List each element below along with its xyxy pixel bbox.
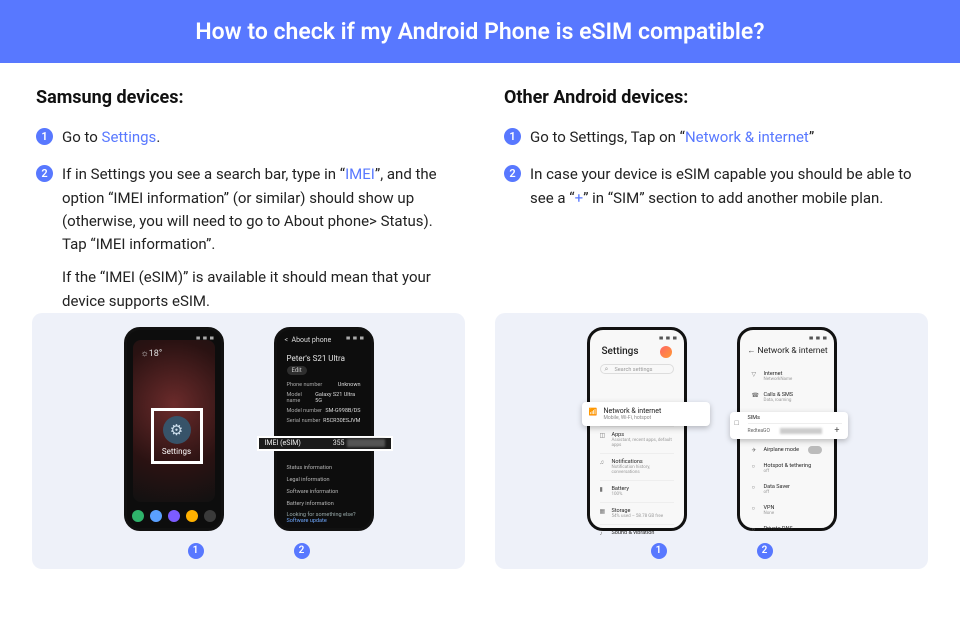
- page-title: How to check if my Android Phone is eSIM…: [0, 0, 960, 63]
- samsung-column: Samsung devices: 1 Go to Settings. 2 If …: [36, 87, 480, 313]
- sim-blurred: [780, 428, 822, 434]
- avatar-icon: [660, 346, 672, 358]
- about-footer: Looking for something else? Software upd…: [287, 512, 356, 524]
- screenshot-label-1: 1: [188, 543, 204, 559]
- other-screenshot-2: ▄ ▄ ▄ ← Network & internet InternetNetwo…: [737, 327, 837, 531]
- step-number-badge: 1: [36, 128, 53, 145]
- info-row: Serial numberR5CR30ESJVM: [287, 416, 361, 426]
- toggle-icon: [808, 446, 822, 454]
- about-links: Status informationLegal informationSoftw…: [287, 462, 361, 510]
- other-column: Other Android devices: 1 Go to Settings,…: [480, 87, 924, 313]
- step-text: ”: [809, 128, 814, 146]
- dock-app-icon: [186, 510, 198, 522]
- step-text: ” in “SIM” section to add another mobile…: [583, 189, 883, 207]
- other-step-2: 2 In case your device is eSIM capable yo…: [504, 163, 924, 210]
- about-link: Legal information: [287, 474, 361, 486]
- callout-subtitle: Mobile, Wi-Fi, hotspot: [604, 415, 702, 421]
- other-screenshots-panel: ▄ ▄ ▄ Settings Search settings Network &…: [495, 313, 928, 569]
- about-link: Battery information: [287, 498, 361, 510]
- network-list-item: Data Saveroff: [752, 479, 822, 500]
- settings-list-item: Storage54% used – 58.78 GB free: [600, 502, 674, 524]
- dock-app-icon: [168, 510, 180, 522]
- step-number-badge: 2: [504, 165, 521, 182]
- samsung-heading: Samsung devices:: [36, 87, 456, 108]
- screenshot-label-1: 1: [651, 543, 667, 559]
- network-list-item: Private DNS: [752, 521, 822, 537]
- samsung-screenshot-1: ▄ ▄ ▄ ☼18° ⚙ Settings: [124, 327, 224, 531]
- samsung-screenshot-2: ▄ ▄ ▄ < About phone Peter's S21 Ultra Ed…: [274, 327, 374, 531]
- settings-list-item: NotificationsNotification history, conve…: [600, 453, 674, 480]
- callout-title: Network & internet: [604, 407, 702, 415]
- settings-list-item: AppsAssistant, recent apps, default apps: [600, 426, 674, 453]
- back-arrow-icon: ←: [748, 346, 756, 355]
- network-internet-title: Network & internet: [758, 346, 828, 356]
- info-row: Model numberSM-G998B/DS: [287, 406, 361, 416]
- about-link: Status information: [287, 462, 361, 474]
- info-row: Phone numberUnknown: [287, 380, 361, 390]
- screenshot-strip: ▄ ▄ ▄ ☼18° ⚙ Settings ▄ ▄ ▄ < About phon…: [0, 313, 960, 593]
- plus-icon: +: [832, 426, 841, 436]
- settings-app-label: Settings: [162, 447, 191, 456]
- network-list-item: Calls & SMSData, roaming: [752, 387, 822, 408]
- sim-carrier-tag: RedteaGO: [748, 428, 770, 434]
- instruction-columns: Samsung devices: 1 Go to Settings. 2 If …: [0, 63, 960, 313]
- network-list-item: VPNNone: [752, 500, 822, 521]
- samsung-screenshots-panel: ▄ ▄ ▄ ☼18° ⚙ Settings ▄ ▄ ▄ < About phon…: [32, 313, 465, 569]
- samsung-step-2: 2 If in Settings you see a search bar, t…: [36, 163, 456, 256]
- dock-app-icon: [132, 510, 144, 522]
- status-bar-icons: ▄ ▄ ▄: [659, 334, 677, 340]
- network-list-item: Hotspot & tetheringoff: [752, 458, 822, 479]
- gear-icon: ⚙: [163, 416, 191, 444]
- step-text: If in Settings you see a search bar, typ…: [62, 165, 345, 183]
- edit-button: Edit: [287, 366, 307, 375]
- about-link: Software information: [287, 486, 361, 498]
- imei-link-text: IMEI: [345, 165, 375, 183]
- dock-app-icon: [204, 510, 216, 522]
- dock-app-icon: [150, 510, 162, 522]
- settings-list-item: Sound & vibration: [600, 524, 674, 541]
- step-text: Go to Settings, Tap on “: [530, 128, 685, 146]
- samsung-step-1: 1 Go to Settings.: [36, 126, 456, 149]
- network-internet-callout: Network & internet Mobile, Wi-Fi, hotspo…: [582, 402, 710, 426]
- imei-esim-label: IMEI (eSIM): [265, 439, 301, 447]
- network-list-item: Airplane mode: [752, 442, 822, 458]
- plus-link-text: +: [575, 189, 584, 207]
- sims-callout: SIMs RedteaGO +: [730, 412, 848, 439]
- step-number-badge: 2: [36, 165, 53, 182]
- about-phone-header: < About phone: [285, 336, 332, 344]
- network-list-bottom: Airplane modeHotspot & tetheringoffData …: [752, 442, 822, 537]
- search-settings-bar: Search settings: [600, 364, 674, 374]
- info-rows: Phone numberUnknownModel nameGalaxy S21 …: [287, 380, 361, 426]
- other-step-1: 1 Go to Settings, Tap on “Network & inte…: [504, 126, 924, 149]
- status-bar-icons: ▄ ▄ ▄: [809, 334, 827, 340]
- settings-list: AppsAssistant, recent apps, default apps…: [600, 426, 674, 541]
- info-row: Model nameGalaxy S21 Ultra 5G: [287, 390, 361, 406]
- settings-title: Settings: [602, 346, 639, 357]
- other-screenshot-1: ▄ ▄ ▄ Settings Search settings Network &…: [587, 327, 687, 531]
- imei-value-prefix: 355: [333, 439, 345, 447]
- weather-widget: ☼18°: [141, 348, 163, 359]
- settings-list-item: Battery100%: [600, 480, 674, 502]
- imei-value-blurred: [347, 439, 385, 447]
- network-list-item: InternetNetworkName: [752, 366, 822, 387]
- step-text: .: [156, 128, 160, 146]
- settings-app-highlight: ⚙ Settings: [151, 408, 203, 464]
- network-list-top: InternetNetworkNameCalls & SMSData, roam…: [752, 366, 822, 408]
- step-number-badge: 1: [504, 128, 521, 145]
- screenshot-label-2: 2: [294, 543, 310, 559]
- status-bar-icons: ▄ ▄ ▄: [196, 334, 214, 340]
- step-text: Go to: [62, 128, 102, 146]
- status-bar-icons: ▄ ▄ ▄: [346, 334, 364, 340]
- imei-esim-callout: IMEI (eSIM) 355: [257, 436, 393, 451]
- network-internet-link-text: Network & internet: [685, 128, 809, 146]
- samsung-step-2-extra: If the “IMEI (eSIM)” is available it sho…: [36, 266, 456, 313]
- screenshot-label-2: 2: [757, 543, 773, 559]
- other-heading: Other Android devices:: [504, 87, 924, 108]
- dock-icons: [127, 510, 221, 522]
- device-name: Peter's S21 Ultra: [287, 354, 345, 363]
- settings-link-text: Settings: [102, 128, 157, 146]
- sims-label: SIMs: [748, 415, 842, 421]
